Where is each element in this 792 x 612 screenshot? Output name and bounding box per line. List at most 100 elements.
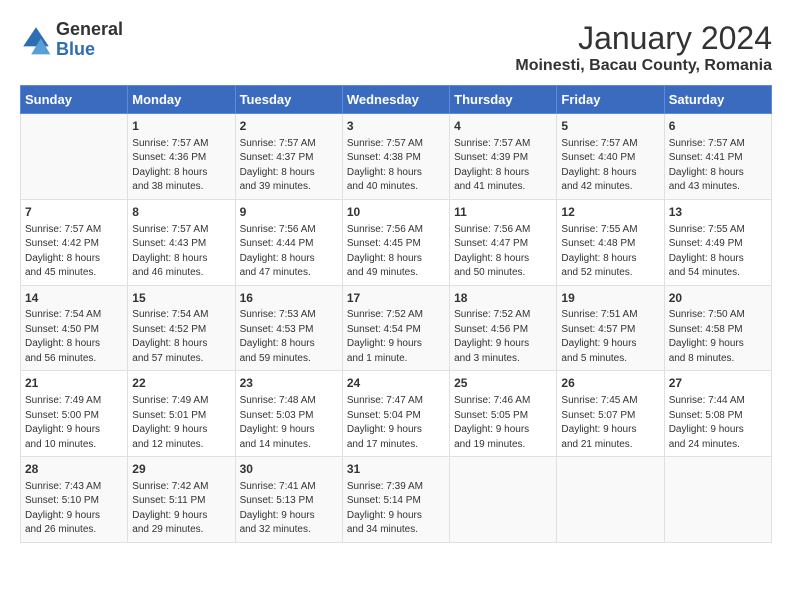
calendar-cell: 3 Sunrise: 7:57 AM Sunset: 4:38 PM Daylig…	[342, 114, 449, 200]
day-info: Sunrise: 7:57 AM Sunset: 4:40 PM Dayligh…	[561, 137, 659, 195]
header-cell-monday: Monday	[128, 86, 235, 114]
calendar-cell	[664, 457, 771, 543]
header-row: SundayMondayTuesdayWednesdayThursdayFrid…	[21, 86, 772, 114]
calendar-cell	[450, 457, 557, 543]
day-info: Sunrise: 7:57 AM Sunset: 4:37 PM Dayligh…	[240, 137, 338, 195]
calendar-cell: 24 Sunrise: 7:47 AM Sunset: 5:04 PM Dayli…	[342, 371, 449, 457]
day-number: 13	[669, 204, 767, 221]
calendar-cell: 30 Sunrise: 7:41 AM Sunset: 5:13 PM Dayli…	[235, 457, 342, 543]
day-number: 9	[240, 204, 338, 221]
calendar-body: 1 Sunrise: 7:57 AM Sunset: 4:36 PM Daylig…	[21, 114, 772, 543]
day-number: 16	[240, 290, 338, 307]
day-info: Sunrise: 7:43 AM Sunset: 5:10 PM Dayligh…	[25, 480, 123, 538]
day-info: Sunrise: 7:54 AM Sunset: 4:52 PM Dayligh…	[132, 308, 230, 366]
day-info: Sunrise: 7:57 AM Sunset: 4:41 PM Dayligh…	[669, 137, 767, 195]
day-number: 29	[132, 461, 230, 478]
day-info: Sunrise: 7:54 AM Sunset: 4:50 PM Dayligh…	[25, 308, 123, 366]
day-number: 11	[454, 204, 552, 221]
calendar-cell: 16Sunrise: 7:53 AM Sunset: 4:53 PM Dayli…	[235, 285, 342, 371]
logo-text: General Blue	[56, 20, 123, 60]
day-number: 27	[669, 375, 767, 392]
day-number: 20	[669, 290, 767, 307]
day-info: Sunrise: 7:52 AM Sunset: 4:54 PM Dayligh…	[347, 308, 445, 366]
calendar-cell: 9 Sunrise: 7:56 AM Sunset: 4:44 PM Daylig…	[235, 199, 342, 285]
calendar-cell: 19Sunrise: 7:51 AM Sunset: 4:57 PM Dayli…	[557, 285, 664, 371]
day-info: Sunrise: 7:41 AM Sunset: 5:13 PM Dayligh…	[240, 480, 338, 538]
day-number: 8	[132, 204, 230, 221]
day-number: 3	[347, 118, 445, 135]
header-cell-tuesday: Tuesday	[235, 86, 342, 114]
day-info: Sunrise: 7:49 AM Sunset: 5:01 PM Dayligh…	[132, 394, 230, 452]
calendar-cell: 26 Sunrise: 7:45 AM Sunset: 5:07 PM Dayli…	[557, 371, 664, 457]
calendar-cell: 29 Sunrise: 7:42 AM Sunset: 5:11 PM Dayli…	[128, 457, 235, 543]
calendar-cell: 2 Sunrise: 7:57 AM Sunset: 4:37 PM Daylig…	[235, 114, 342, 200]
calendar-week-row: 14Sunrise: 7:54 AM Sunset: 4:50 PM Dayli…	[21, 285, 772, 371]
day-number: 17	[347, 290, 445, 307]
calendar-cell: 8 Sunrise: 7:57 AM Sunset: 4:43 PM Daylig…	[128, 199, 235, 285]
day-info: Sunrise: 7:55 AM Sunset: 4:48 PM Dayligh…	[561, 223, 659, 281]
day-number: 6	[669, 118, 767, 135]
calendar-cell: 20Sunrise: 7:50 AM Sunset: 4:58 PM Dayli…	[664, 285, 771, 371]
calendar-week-row: 1 Sunrise: 7:57 AM Sunset: 4:36 PM Daylig…	[21, 114, 772, 200]
day-number: 26	[561, 375, 659, 392]
calendar-table: SundayMondayTuesdayWednesdayThursdayFrid…	[20, 85, 772, 543]
header-cell-saturday: Saturday	[664, 86, 771, 114]
day-number: 25	[454, 375, 552, 392]
calendar-cell: 6 Sunrise: 7:57 AM Sunset: 4:41 PM Daylig…	[664, 114, 771, 200]
calendar-cell: 4Sunrise: 7:57 AM Sunset: 4:39 PM Daylig…	[450, 114, 557, 200]
day-number: 28	[25, 461, 123, 478]
day-info: Sunrise: 7:55 AM Sunset: 4:49 PM Dayligh…	[669, 223, 767, 281]
title-block: January 2024 Moinesti, Bacau County, Rom…	[515, 20, 772, 75]
header-cell-wednesday: Wednesday	[342, 86, 449, 114]
day-info: Sunrise: 7:48 AM Sunset: 5:03 PM Dayligh…	[240, 394, 338, 452]
calendar-cell: 28 Sunrise: 7:43 AM Sunset: 5:10 PM Dayli…	[21, 457, 128, 543]
day-number: 23	[240, 375, 338, 392]
day-number: 2	[240, 118, 338, 135]
calendar-week-row: 28 Sunrise: 7:43 AM Sunset: 5:10 PM Dayli…	[21, 457, 772, 543]
subtitle: Moinesti, Bacau County, Romania	[515, 57, 772, 75]
day-info: Sunrise: 7:50 AM Sunset: 4:58 PM Dayligh…	[669, 308, 767, 366]
calendar-cell: 13 Sunrise: 7:55 AM Sunset: 4:49 PM Dayli…	[664, 199, 771, 285]
calendar-header: SundayMondayTuesdayWednesdayThursdayFrid…	[21, 86, 772, 114]
day-number: 1	[132, 118, 230, 135]
day-info: Sunrise: 7:53 AM Sunset: 4:53 PM Dayligh…	[240, 308, 338, 366]
day-info: Sunrise: 7:44 AM Sunset: 5:08 PM Dayligh…	[669, 394, 767, 452]
calendar-cell: 31Sunrise: 7:39 AM Sunset: 5:14 PM Dayli…	[342, 457, 449, 543]
calendar-cell: 23 Sunrise: 7:48 AM Sunset: 5:03 PM Dayli…	[235, 371, 342, 457]
day-info: Sunrise: 7:57 AM Sunset: 4:43 PM Dayligh…	[132, 223, 230, 281]
calendar-cell: 7Sunrise: 7:57 AM Sunset: 4:42 PM Daylig…	[21, 199, 128, 285]
day-info: Sunrise: 7:45 AM Sunset: 5:07 PM Dayligh…	[561, 394, 659, 452]
day-info: Sunrise: 7:42 AM Sunset: 5:11 PM Dayligh…	[132, 480, 230, 538]
header-cell-sunday: Sunday	[21, 86, 128, 114]
calendar-cell: 10Sunrise: 7:56 AM Sunset: 4:45 PM Dayli…	[342, 199, 449, 285]
logo: General Blue	[20, 20, 123, 60]
day-number: 15	[132, 290, 230, 307]
day-info: Sunrise: 7:57 AM Sunset: 4:36 PM Dayligh…	[132, 137, 230, 195]
day-number: 5	[561, 118, 659, 135]
day-info: Sunrise: 7:47 AM Sunset: 5:04 PM Dayligh…	[347, 394, 445, 452]
day-number: 30	[240, 461, 338, 478]
calendar-cell: 21Sunrise: 7:49 AM Sunset: 5:00 PM Dayli…	[21, 371, 128, 457]
calendar-cell: 17Sunrise: 7:52 AM Sunset: 4:54 PM Dayli…	[342, 285, 449, 371]
day-info: Sunrise: 7:56 AM Sunset: 4:44 PM Dayligh…	[240, 223, 338, 281]
logo-icon	[20, 24, 52, 56]
calendar-cell: 27 Sunrise: 7:44 AM Sunset: 5:08 PM Dayli…	[664, 371, 771, 457]
page-header: General Blue January 2024 Moinesti, Baca…	[20, 20, 772, 75]
calendar-cell: 25Sunrise: 7:46 AM Sunset: 5:05 PM Dayli…	[450, 371, 557, 457]
day-number: 24	[347, 375, 445, 392]
day-info: Sunrise: 7:39 AM Sunset: 5:14 PM Dayligh…	[347, 480, 445, 538]
day-number: 4	[454, 118, 552, 135]
day-info: Sunrise: 7:52 AM Sunset: 4:56 PM Dayligh…	[454, 308, 552, 366]
calendar-cell: 14Sunrise: 7:54 AM Sunset: 4:50 PM Dayli…	[21, 285, 128, 371]
calendar-week-row: 21Sunrise: 7:49 AM Sunset: 5:00 PM Dayli…	[21, 371, 772, 457]
day-info: Sunrise: 7:57 AM Sunset: 4:38 PM Dayligh…	[347, 137, 445, 195]
header-cell-thursday: Thursday	[450, 86, 557, 114]
calendar-cell: 15Sunrise: 7:54 AM Sunset: 4:52 PM Dayli…	[128, 285, 235, 371]
calendar-cell: 22Sunrise: 7:49 AM Sunset: 5:01 PM Dayli…	[128, 371, 235, 457]
calendar-week-row: 7Sunrise: 7:57 AM Sunset: 4:42 PM Daylig…	[21, 199, 772, 285]
day-number: 19	[561, 290, 659, 307]
day-info: Sunrise: 7:51 AM Sunset: 4:57 PM Dayligh…	[561, 308, 659, 366]
calendar-cell: 18Sunrise: 7:52 AM Sunset: 4:56 PM Dayli…	[450, 285, 557, 371]
calendar-cell	[557, 457, 664, 543]
day-number: 7	[25, 204, 123, 221]
